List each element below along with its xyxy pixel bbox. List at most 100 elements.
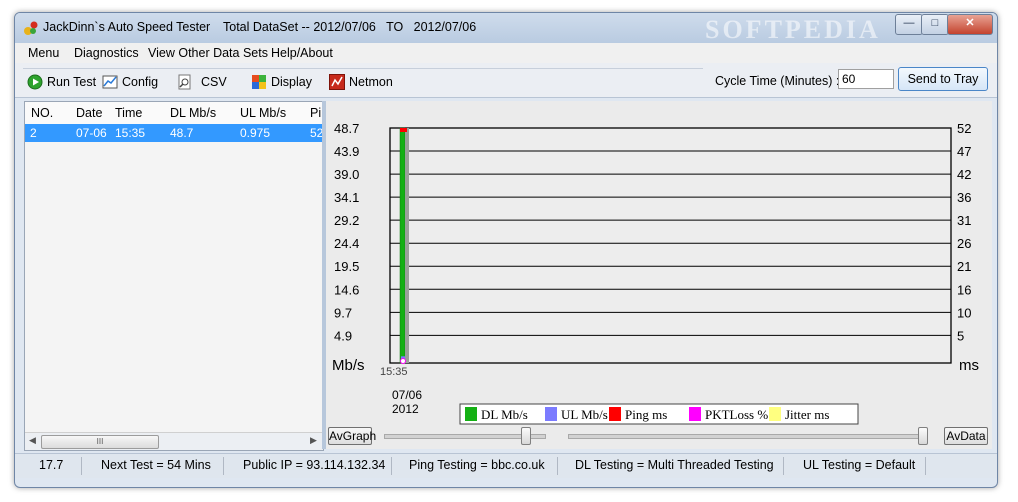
dataset-range: Total DataSet -- 2012/07/06 TO 2012/07/0…	[223, 20, 477, 34]
column-header-ul[interactable]: UL Mb/s	[240, 106, 286, 120]
csv-label: CSV	[201, 75, 227, 89]
status-separator	[557, 457, 558, 475]
cycle-time-label: Cycle Time (Minutes) :	[715, 74, 840, 88]
csv-search-icon	[178, 74, 191, 90]
netmon-button[interactable]: Netmon	[329, 73, 393, 91]
cell-no: 2	[30, 126, 37, 140]
legend-label: Ping ms	[625, 407, 667, 422]
cell-date: 07-06	[76, 126, 107, 140]
menu-item-help-about[interactable]: Help/About	[271, 46, 333, 60]
legend-label: Jitter ms	[785, 407, 829, 422]
data-slider-thumb[interactable]	[918, 427, 929, 445]
x-year-label: 2012	[392, 402, 419, 416]
toolbar-divider	[23, 68, 703, 69]
avdata-button[interactable]: AvData	[944, 427, 988, 445]
app-logo-icon	[24, 21, 38, 35]
y-left-tick-label: 9.7	[334, 305, 352, 320]
cell-ul: 0.975	[240, 126, 271, 140]
plot-area	[389, 127, 952, 364]
y-right-tick-label: 36	[957, 190, 971, 205]
title-bar[interactable]: JackDinn`s Auto Speed Tester Total DataS…	[15, 13, 997, 44]
graph-slider-thumb[interactable]	[520, 427, 531, 445]
y-right-tick-label: 47	[957, 144, 971, 159]
status-version: 17.7	[39, 458, 64, 472]
bar-dl[interactable]	[399, 127, 406, 364]
app-window: JackDinn`s Auto Speed Tester Total DataS…	[14, 12, 998, 488]
netmon-icon	[329, 74, 345, 90]
menu-bar: Menu Diagnostics View Other Data Sets He…	[15, 43, 997, 63]
config-label: Config	[122, 75, 159, 89]
y-left-tick-label: 4.9	[334, 328, 352, 343]
legend-swatch	[769, 407, 781, 421]
run-test-button[interactable]: Run Test	[27, 73, 96, 91]
y-right-tick-label: 42	[957, 167, 971, 182]
cycle-time-input[interactable]	[838, 69, 894, 89]
scroll-thumb[interactable]: III	[41, 435, 159, 449]
close-button[interactable]: ✕	[947, 14, 993, 35]
csv-button[interactable]: CSV	[177, 73, 227, 91]
status-bar: 17.7 Next Test = 54 Mins Public IP = 93.…	[15, 453, 997, 478]
y-right-tick-label: 31	[957, 213, 971, 228]
y-right-tick-label: 26	[957, 236, 971, 251]
results-list[interactable]: NO. Date Time DL Mb/s UL Mb/s Pi 2 07-06…	[24, 101, 324, 451]
y-right-tick-label: 21	[957, 259, 971, 274]
status-separator	[223, 457, 224, 475]
toolbar: Run Test Config CSV Display Netmon Cycle…	[15, 63, 997, 98]
status-ul-testing: UL Testing = Default	[803, 458, 916, 472]
status-separator	[81, 457, 82, 475]
speed-chart: 48.7 52 43.9 47 39.0 42 34.1 36 29.2 31 24.4 26 19.5…	[332, 121, 979, 425]
column-header-ping[interactable]: Pi	[310, 106, 321, 120]
y-left-tick-label: 29.2	[334, 213, 359, 228]
status-separator	[925, 457, 926, 475]
legend-swatch	[545, 407, 557, 421]
cell-time: 15:35	[115, 126, 146, 140]
scroll-left-icon[interactable]: ◀	[29, 435, 36, 446]
y-left-tick-label: 34.1	[334, 190, 359, 205]
scroll-right-icon[interactable]: ▶	[310, 435, 317, 446]
window-title: JackDinn`s Auto Speed Tester	[43, 20, 211, 34]
y-left-tick-label: 43.9	[334, 144, 359, 159]
status-dl-testing: DL Testing = Multi Threaded Testing	[575, 458, 774, 472]
legend-swatch	[689, 407, 701, 421]
horizontal-scrollbar[interactable]: ◀ III ▶	[25, 432, 323, 450]
bar-dl-shadow	[405, 128, 409, 363]
column-header-time[interactable]: Time	[115, 106, 142, 120]
legend-swatch	[609, 407, 621, 421]
send-to-tray-button[interactable]: Send to Tray	[898, 67, 988, 91]
y-right-tick-label: 52	[957, 121, 971, 136]
column-header-date[interactable]: Date	[76, 106, 102, 120]
y-left-tick-label: 24.4	[334, 236, 359, 251]
legend-swatch	[465, 407, 477, 421]
display-button[interactable]: Display	[251, 73, 312, 91]
menu-item-view-other-data-sets[interactable]: View Other Data Sets	[148, 46, 268, 60]
minimize-button[interactable]: —	[895, 14, 923, 35]
legend-label: PKTLoss %	[705, 407, 768, 422]
list-header: NO. Date Time DL Mb/s UL Mb/s Pi	[25, 102, 323, 125]
data-slider-track[interactable]	[568, 434, 928, 439]
maximize-button[interactable]: □	[921, 14, 949, 35]
run-test-label: Run Test	[47, 75, 97, 89]
cell-dl: 48.7	[170, 126, 194, 140]
y-right-tick-label: 5	[957, 328, 964, 343]
menu-item-menu[interactable]: Menu	[28, 46, 59, 60]
config-button[interactable]: Config	[102, 73, 158, 91]
chart-panel: 48.7 52 43.9 47 39.0 42 34.1 36 29.2 31 24.4 26 19.5…	[326, 101, 992, 449]
y-right-axis-label: ms	[959, 357, 979, 374]
y-left-tick-label: 14.6	[334, 282, 359, 297]
config-chart-icon	[102, 75, 118, 89]
status-next-test: Next Test = 54 Mins	[101, 458, 211, 472]
avgraph-button[interactable]: AvGraph	[328, 427, 376, 445]
marker-ping[interactable]	[400, 128, 407, 132]
table-row[interactable]: 2 07-06 15:35 48.7 0.975 52	[25, 124, 323, 142]
y-left-tick-label: 19.5	[334, 259, 359, 274]
menu-item-diagnostics[interactable]: Diagnostics	[74, 46, 139, 60]
marker-pktloss[interactable]	[400, 358, 406, 364]
column-header-no[interactable]: NO.	[31, 106, 53, 120]
legend-label: UL Mb/s	[561, 407, 608, 422]
column-header-dl[interactable]: DL Mb/s	[170, 106, 216, 120]
y-right-tick-label: 16	[957, 282, 971, 297]
netmon-label: Netmon	[349, 75, 393, 89]
y-right-tick-label: 10	[957, 305, 971, 320]
display-label: Display	[271, 75, 312, 89]
status-separator	[783, 457, 784, 475]
